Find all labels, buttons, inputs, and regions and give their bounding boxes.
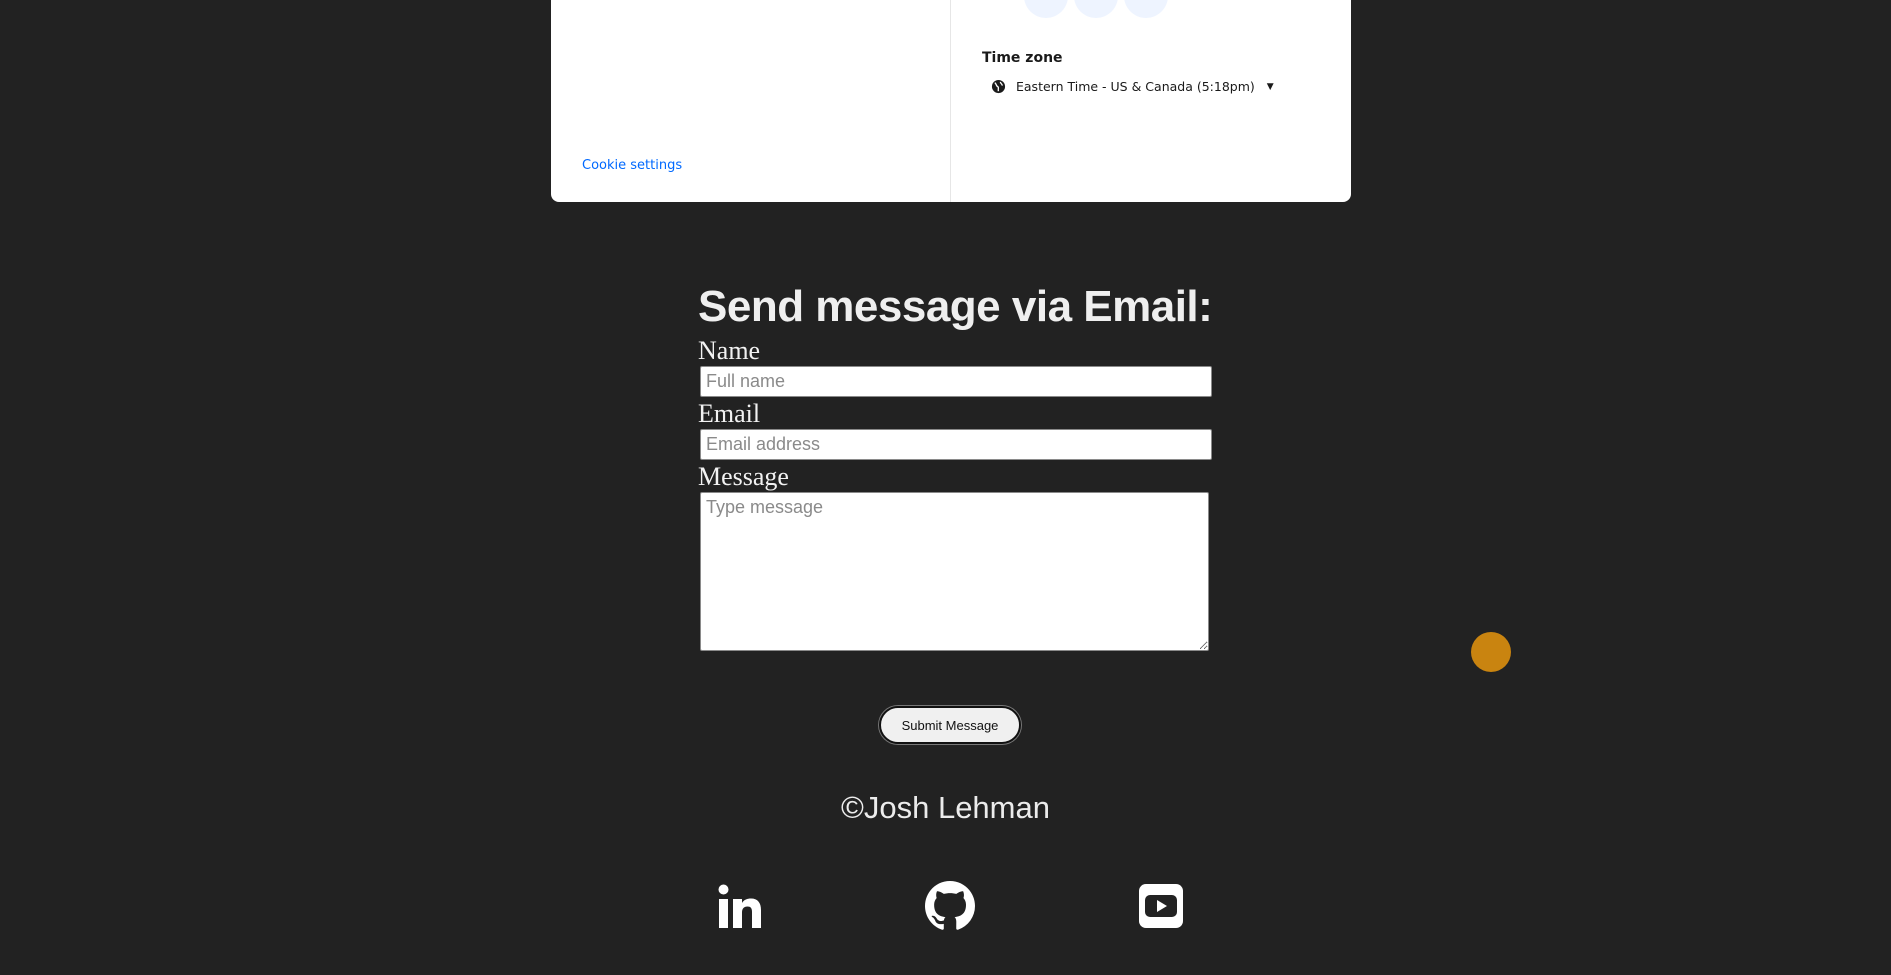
date-chip[interactable]	[1124, 0, 1168, 18]
form-title: Send message via Email:	[698, 282, 1213, 331]
globe-icon	[991, 79, 1006, 94]
calendly-panel-divider	[950, 0, 951, 202]
message-label: Message	[698, 462, 789, 491]
email-contact-form: Send message via Email: Name Email Messa…	[698, 280, 1218, 651]
timezone-select[interactable]: Eastern Time - US & Canada (5:18pm) ▼	[991, 79, 1274, 94]
linkedin-icon	[718, 884, 761, 928]
message-textarea[interactable]	[700, 492, 1209, 651]
cookie-settings-link[interactable]: Cookie settings	[582, 158, 682, 173]
email-label: Email	[698, 399, 761, 428]
youtube-link[interactable]	[1136, 880, 1186, 932]
caret-down-icon: ▼	[1266, 81, 1274, 92]
name-label: Name	[698, 336, 761, 365]
date-chip[interactable]	[1024, 0, 1068, 18]
date-chip[interactable]	[1074, 0, 1118, 18]
calendly-embed-card: Cookie settings Time zone Eastern Time -…	[551, 0, 1351, 202]
timezone-title: Time zone	[982, 50, 1063, 66]
email-input[interactable]	[700, 429, 1212, 460]
name-input[interactable]	[700, 366, 1212, 397]
linkedin-link[interactable]	[715, 880, 765, 932]
page: Cookie settings Time zone Eastern Time -…	[0, 0, 1891, 975]
github-link[interactable]	[925, 880, 975, 932]
github-icon	[925, 881, 975, 930]
submit-message-button[interactable]: Submit Message	[879, 706, 1021, 744]
floating-action-dot[interactable]	[1471, 632, 1511, 672]
copyright-text: ©Josh Lehman	[841, 790, 1050, 825]
timezone-value: Eastern Time - US & Canada (5:18pm)	[1016, 79, 1255, 94]
youtube-icon	[1139, 884, 1183, 928]
